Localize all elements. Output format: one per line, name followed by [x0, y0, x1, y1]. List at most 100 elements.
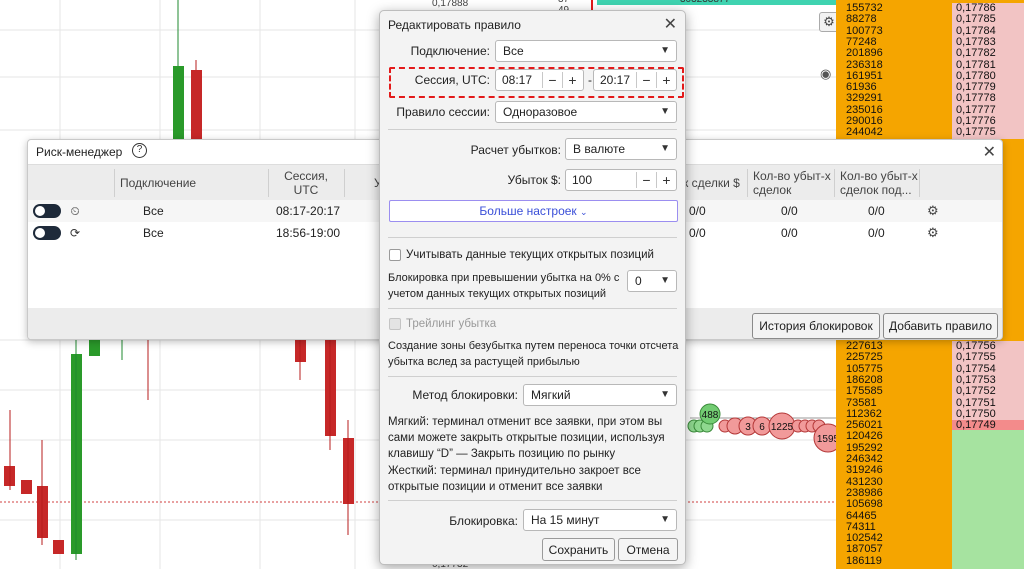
order-price: 0,17775	[952, 127, 1024, 139]
order-price: 0,17752	[952, 386, 1024, 398]
soft-desc-line2: сами можете закрыть открытые позиции, ис…	[388, 432, 665, 444]
block-text-line1: Блокировка при превышении убытка на 0% с	[388, 272, 620, 284]
order-book-row[interactable]: 175585 0,17752	[836, 386, 1024, 398]
order-volume: 186119	[846, 554, 882, 567]
order-volume: 244042	[846, 126, 883, 139]
block-text-line2: учетом данных текущих открытых позиций	[388, 288, 606, 300]
row-count2: 0/0	[868, 226, 885, 240]
trailing-desc-line2: убытка вслед за растущей прибылью	[388, 356, 580, 368]
row-count: 0/0	[781, 204, 798, 218]
chevron-down-icon: ▼	[660, 514, 670, 525]
history-button[interactable]: История блокировок	[752, 313, 880, 339]
dialog-title: Редактировать правило	[388, 18, 521, 32]
session-dash: -	[588, 73, 592, 87]
hard-desc-line1: Жесткий: терминал принудительно закроет …	[388, 465, 641, 477]
rule-toggle[interactable]	[33, 204, 61, 218]
bubble-label: 6	[759, 422, 765, 433]
help-icon[interactable]: ?	[132, 143, 147, 158]
repeat-icon: ⟳	[69, 226, 81, 240]
divider	[388, 129, 677, 130]
plus-button[interactable]: +	[657, 170, 676, 190]
top-indicator-label: 303233877	[680, 0, 730, 5]
row-connection: Все	[143, 226, 164, 240]
col-loss-deals-in[interactable]: Кол-во убыт-х сделок под...	[840, 165, 922, 201]
gear-icon[interactable]: ⚙	[927, 225, 939, 241]
edit-rule-dialog: Редактировать правило ✕ Подключение: Все…	[379, 10, 686, 565]
gear-icon[interactable]: ⚙	[927, 203, 939, 219]
connection-select[interactable]: Все ▼	[495, 40, 677, 62]
trade-bubbles: 488 3 6 1225 1595	[687, 403, 840, 453]
session-rule-select[interactable]: Одноразовое ▼	[495, 101, 677, 123]
loss-stepper[interactable]: 100 − +	[565, 169, 677, 191]
loss-calc-select[interactable]: В валюте ▼	[565, 138, 677, 160]
divider	[388, 376, 677, 377]
connection-label: Подключение:	[410, 44, 490, 58]
bubble-label: 3	[745, 422, 751, 433]
cancel-button[interactable]: Отмена	[618, 538, 678, 561]
session-start-stepper[interactable]: 08:17 − +	[495, 69, 584, 91]
chevron-down-icon: ⌄	[580, 207, 588, 217]
rule-state-icon: ⏲	[70, 204, 80, 218]
close-icon[interactable]: ✕	[664, 14, 677, 34]
trailing-label: Трейлинг убытка	[406, 318, 497, 330]
soft-desc-line1: Мягкий: терминал отменит все заявки, при…	[388, 416, 663, 428]
rule-toggle[interactable]	[33, 226, 61, 240]
trailing-checkbox[interactable]	[389, 318, 401, 330]
order-book-row[interactable]: 201896 0,17782	[836, 48, 1024, 60]
more-settings-button[interactable]: Больше настроек ⌄	[389, 200, 678, 222]
save-button[interactable]: Сохранить	[542, 538, 615, 561]
minus-button[interactable]: −	[637, 70, 656, 90]
plus-button[interactable]: +	[563, 70, 582, 90]
plus-button[interactable]: +	[657, 70, 676, 90]
block-percent-select[interactable]: 0 ▼	[627, 270, 677, 292]
bubble-label: 488	[702, 410, 719, 421]
block-method-label: Метод блокировки:	[412, 388, 518, 402]
price-tick-top: 0,17888	[432, 0, 469, 9]
col-loss-deals[interactable]: Кол-во убыт-х сделок	[753, 165, 833, 201]
session-end-stepper[interactable]: 20:17 − +	[593, 69, 677, 91]
divider	[388, 237, 677, 238]
order-volume: 201896	[846, 47, 883, 60]
order-volume: 105698	[846, 498, 883, 511]
row-count: 0/0	[781, 226, 798, 240]
row-session: 18:56-19:00	[276, 226, 341, 240]
loss-calc-label: Расчет убытков:	[470, 143, 561, 157]
minus-button[interactable]: −	[637, 170, 656, 190]
session-rule-label: Правило сессии:	[396, 105, 490, 119]
close-icon[interactable]: ✕	[983, 142, 996, 162]
col-session[interactable]: Сессия, UTC	[268, 165, 344, 201]
col-deal-loss[interactable]: к сделки $	[683, 165, 743, 201]
chevron-down-icon: ▼	[660, 389, 670, 400]
divider	[388, 500, 677, 501]
risk-title: Риск-менеджер	[36, 145, 123, 159]
row-session: 08:17-20:17	[276, 204, 341, 218]
row-connection: Все	[143, 204, 164, 218]
bubble-label: 1225	[771, 422, 794, 433]
blocking-select[interactable]: На 15 минут ▼	[523, 509, 677, 531]
consider-open-label: Учитывать данные текущих открытых позици…	[406, 249, 654, 261]
chevron-down-icon: ▼	[660, 143, 670, 154]
col-connection[interactable]: Подключение	[120, 165, 270, 201]
soft-desc-line3: клавишу “D” — Закрыть позицию по рынку	[388, 448, 616, 460]
bid-zone	[952, 430, 1024, 569]
trailing-desc-line1: Создание зоны безубытка путем переноса т…	[388, 340, 679, 352]
hard-desc-line2: открытые позиции и отменит все заявки	[388, 481, 603, 493]
minus-button[interactable]: −	[543, 70, 562, 90]
loss-label: Убыток $:	[507, 173, 561, 187]
order-book-row[interactable]: 244042 0,17775	[836, 127, 1024, 139]
eye-icon[interactable]: ◉	[820, 66, 831, 82]
add-rule-button[interactable]: Добавить правило	[883, 313, 998, 339]
order-volume: 175585	[846, 385, 883, 398]
blocking-label: Блокировка:	[449, 514, 518, 528]
chevron-down-icon: ▼	[660, 275, 670, 286]
row-count2: 0/0	[868, 204, 885, 218]
divider	[388, 308, 677, 309]
order-price: 0,17782	[952, 48, 1024, 60]
block-method-select[interactable]: Мягкий ▼	[523, 384, 677, 406]
row-deal: 0/0	[689, 204, 706, 218]
chevron-down-icon: ▼	[660, 45, 670, 56]
chevron-down-icon: ▼	[660, 106, 670, 117]
session-label: Сессия, UTC:	[414, 73, 490, 87]
row-deal: 0/0	[689, 226, 706, 240]
consider-open-checkbox[interactable]	[389, 249, 401, 261]
